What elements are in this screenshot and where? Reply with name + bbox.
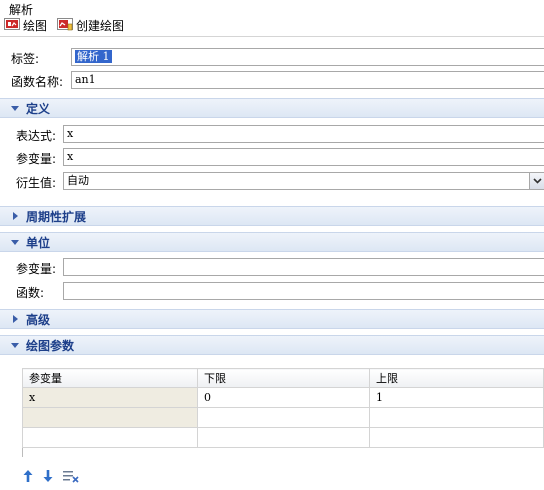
table-cell-empty [22, 407, 198, 428]
argument-caption: 参变量: [16, 152, 57, 166]
chevron-right-icon [10, 212, 20, 220]
derivative-select-value: 自动 [67, 174, 89, 187]
derivative-select[interactable]: 自动 [63, 172, 544, 190]
table-row[interactable] [22, 407, 544, 428]
column-header-argument[interactable]: 参变量 [22, 368, 198, 388]
chevron-down-icon [10, 342, 20, 348]
unit-function-field[interactable] [63, 282, 544, 300]
argument-field[interactable]: x [63, 148, 544, 166]
function-name-caption: 函数名称: [11, 75, 64, 89]
function-name-field[interactable]: an1 [71, 71, 544, 89]
expression-field[interactable]: x [63, 125, 544, 143]
expression-caption: 表达式: [16, 129, 57, 143]
chevron-down-icon [10, 105, 20, 111]
plot-button-label: 绘图 [23, 18, 48, 33]
clear-table-icon[interactable] [62, 469, 80, 483]
section-units[interactable]: 单位 [0, 232, 544, 252]
chevron-right-icon [10, 315, 20, 323]
table-row[interactable] [22, 427, 544, 448]
table-cell-empty[interactable] [197, 407, 370, 428]
create-plot-button-label: 创建绘图 [76, 18, 125, 33]
toolbar: 绘图 创建绘图 [0, 15, 544, 35]
table-cell-empty[interactable] [369, 427, 544, 448]
column-header-upper-limit[interactable]: 上限 [369, 368, 544, 388]
unit-function-caption: 函数: [16, 286, 45, 300]
section-definition[interactable]: 定义 [0, 98, 544, 118]
section-units-label: 单位 [26, 235, 51, 250]
plot-button[interactable]: 绘图 [4, 17, 47, 34]
move-down-icon[interactable] [42, 469, 54, 483]
label-field-value: 解析 1 [75, 50, 112, 63]
chevron-down-icon[interactable] [529, 173, 544, 189]
toolbar-divider [0, 36, 544, 37]
table-cell-empty [22, 427, 198, 448]
table-cell-empty[interactable] [197, 427, 370, 448]
chevron-down-icon [10, 239, 20, 245]
section-definition-label: 定义 [26, 101, 51, 116]
create-plot-button[interactable]: 创建绘图 [57, 17, 124, 34]
table-cell-argument: x [22, 387, 198, 408]
plot-icon [4, 17, 20, 34]
table-row[interactable]: x 0 1 [22, 387, 544, 408]
column-header-lower-limit[interactable]: 下限 [197, 368, 370, 388]
section-periodic-extension[interactable]: 周期性扩展 [0, 206, 544, 226]
create-plot-icon [57, 17, 74, 34]
section-advanced-label: 高级 [26, 312, 51, 327]
move-up-icon[interactable] [22, 469, 34, 483]
unit-argument-caption: 参变量: [16, 262, 57, 276]
section-plot-parameters[interactable]: 绘图参数 [0, 335, 544, 355]
table-cell-lower-limit[interactable]: 0 [197, 387, 370, 408]
table-cell-upper-limit[interactable]: 1 [369, 387, 544, 408]
section-advanced[interactable]: 高级 [0, 309, 544, 329]
section-periodic-label: 周期性扩展 [26, 209, 87, 224]
label-caption: 标签: [11, 52, 40, 66]
table-toolbar [22, 469, 88, 483]
label-field[interactable]: 解析 1 [71, 48, 544, 66]
plot-parameters-table: 参变量 下限 上限 x 0 1 [22, 368, 544, 448]
unit-argument-field[interactable] [63, 258, 544, 276]
section-plot-parameters-label: 绘图参数 [26, 338, 75, 353]
derivative-caption: 衍生值: [16, 176, 57, 190]
table-cell-empty[interactable] [369, 407, 544, 428]
